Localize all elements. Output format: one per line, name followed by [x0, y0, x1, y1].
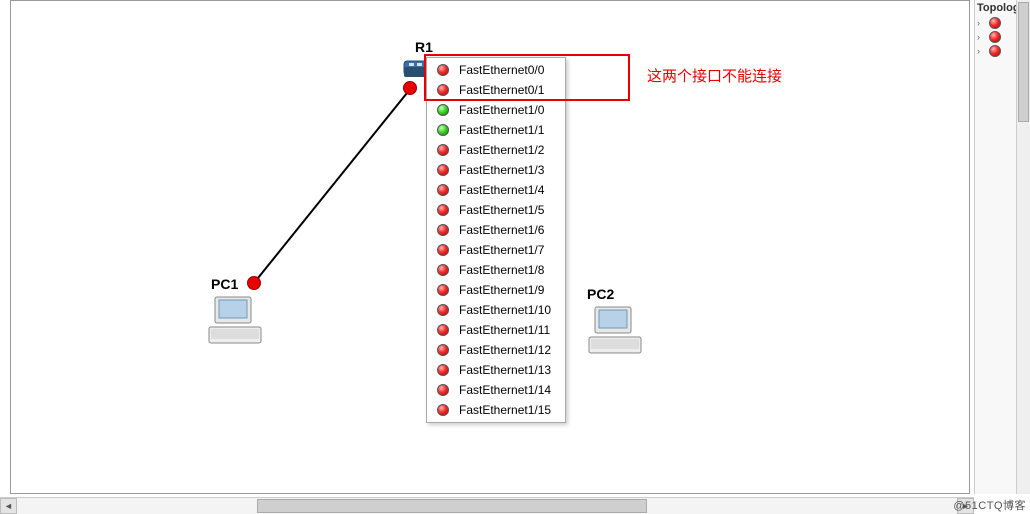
port-menu-item-label: FastEthernet1/14	[459, 383, 551, 397]
watermark-text: @51CTQ博客	[953, 497, 1026, 513]
status-led-icon	[989, 31, 1001, 43]
port-menu-item-label: FastEthernet1/2	[459, 143, 544, 157]
pc-icon[interactable]	[207, 295, 267, 347]
port-menu-item[interactable]: FastEthernet1/11	[427, 320, 565, 340]
link-endpoint-dot	[403, 81, 417, 95]
link-endpoint-dot	[247, 276, 261, 290]
side-vertical-scrollbar[interactable]	[1016, 0, 1030, 494]
port-menu-item[interactable]: FastEthernet1/6	[427, 220, 565, 240]
status-led-icon	[437, 224, 449, 236]
port-menu-item[interactable]: FastEthernet1/2	[427, 140, 565, 160]
port-menu-item-label: FastEthernet1/7	[459, 243, 544, 257]
topology-canvas[interactable]: R1 PC1 PC2 FastEthernet0/0FastEthernet0/…	[10, 0, 970, 494]
port-menu-item[interactable]: FastEthernet1/0	[427, 100, 565, 120]
port-menu-item-label: FastEthernet1/9	[459, 283, 544, 297]
port-menu-item-label: FastEthernet1/3	[459, 163, 544, 177]
status-led-icon	[437, 244, 449, 256]
callout-text: 这两个接口不能连接	[647, 65, 782, 86]
port-menu-item[interactable]: FastEthernet1/3	[427, 160, 565, 180]
port-menu-item-label: FastEthernet1/0	[459, 103, 544, 117]
port-menu-item-label: FastEthernet1/11	[459, 323, 550, 337]
port-menu-item-label: FastEthernet1/1	[459, 123, 544, 137]
chevron-right-icon: ›	[977, 18, 985, 28]
link-pc1-r1	[249, 83, 417, 288]
port-menu-item-label: FastEthernet1/4	[459, 183, 544, 197]
port-menu-item[interactable]: FastEthernet1/1	[427, 120, 565, 140]
status-led-icon	[437, 304, 449, 316]
status-led-icon	[437, 204, 449, 216]
status-led-icon	[437, 124, 449, 136]
side-panel: Topology ›››	[974, 0, 1030, 494]
status-led-icon	[437, 324, 449, 336]
port-menu-item[interactable]: FastEthernet1/15	[427, 400, 565, 420]
port-menu-item-label: FastEthernet1/13	[459, 363, 551, 377]
scrollbar-thumb[interactable]	[1018, 2, 1029, 122]
horizontal-scrollbar[interactable]: ◄ ►	[0, 497, 974, 514]
port-menu-item[interactable]: FastEthernet1/14	[427, 380, 565, 400]
port-menu-item[interactable]: FastEthernet1/12	[427, 340, 565, 360]
status-led-icon	[437, 344, 449, 356]
callout-highlight-box	[424, 54, 630, 101]
port-menu-item[interactable]: FastEthernet1/13	[427, 360, 565, 380]
status-led-icon	[437, 144, 449, 156]
status-led-icon	[989, 17, 1001, 29]
pc-icon[interactable]	[587, 305, 647, 357]
port-menu-item-label: FastEthernet1/15	[459, 403, 551, 417]
port-menu-item[interactable]: FastEthernet1/7	[427, 240, 565, 260]
chevron-right-icon: ›	[977, 32, 985, 42]
status-led-icon	[437, 164, 449, 176]
status-led-icon	[437, 184, 449, 196]
scrollbar-track[interactable]	[17, 498, 957, 514]
pc2-label: PC2	[587, 286, 614, 302]
router-label: R1	[415, 39, 433, 55]
status-led-icon	[437, 284, 449, 296]
port-context-menu[interactable]: FastEthernet0/0FastEthernet0/1FastEthern…	[426, 57, 566, 423]
port-menu-item-label: FastEthernet1/12	[459, 343, 551, 357]
scroll-left-button[interactable]: ◄	[0, 498, 17, 514]
status-led-icon	[437, 364, 449, 376]
status-led-icon	[989, 45, 1001, 57]
port-menu-item-label: FastEthernet1/6	[459, 223, 544, 237]
port-menu-item-label: FastEthernet1/8	[459, 263, 544, 277]
port-menu-item[interactable]: FastEthernet1/10	[427, 300, 565, 320]
port-menu-item-label: FastEthernet1/10	[459, 303, 551, 317]
port-menu-item[interactable]: FastEthernet1/4	[427, 180, 565, 200]
port-menu-item-label: FastEthernet1/5	[459, 203, 544, 217]
status-led-icon	[437, 264, 449, 276]
port-menu-item[interactable]: FastEthernet1/8	[427, 260, 565, 280]
scrollbar-thumb[interactable]	[257, 499, 647, 513]
status-led-icon	[437, 384, 449, 396]
pc1-label: PC1	[211, 276, 238, 292]
port-menu-item[interactable]: FastEthernet1/5	[427, 200, 565, 220]
status-led-icon	[437, 404, 449, 416]
chevron-right-icon: ›	[977, 46, 985, 56]
status-led-icon	[437, 104, 449, 116]
port-menu-item[interactable]: FastEthernet1/9	[427, 280, 565, 300]
